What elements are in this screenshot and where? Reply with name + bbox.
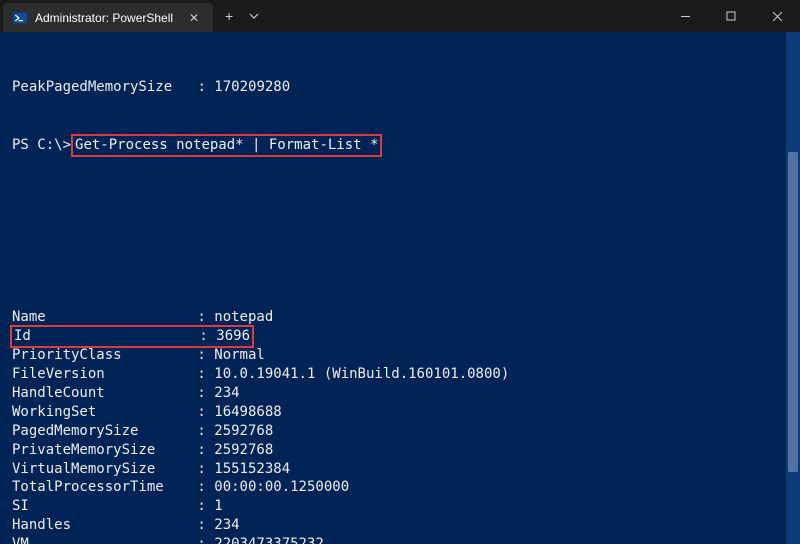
output-value: 00:00:00.1250000 (214, 478, 349, 497)
output-row: PagedMemorySize : 2592768 (12, 422, 788, 441)
colon: : (197, 535, 214, 544)
terminal[interactable]: PeakPagedMemorySize : 170209280 PS C:\>G… (0, 32, 800, 544)
output-row: PrivateMemorySize : 2592768 (12, 441, 788, 460)
blank-line (12, 195, 788, 214)
output-label: WorkingSet (12, 403, 197, 422)
output-value: 155152384 (214, 460, 290, 479)
tab-title: Administrator: PowerShell (35, 11, 177, 25)
id-highlight: Id : 3696 (10, 325, 254, 348)
output-value: 2592768 (214, 441, 273, 460)
output-value: 1 (214, 497, 222, 516)
output-value: Normal (214, 346, 265, 365)
tab-powershell[interactable]: Administrator: PowerShell ✕ (3, 3, 213, 32)
colon: : (197, 497, 214, 516)
output-row: PriorityClass : Normal (12, 346, 788, 365)
close-tab-icon[interactable]: ✕ (185, 11, 203, 25)
command-highlight: Get-Process notepad* | Format-List * (71, 134, 382, 157)
scroll-thumb[interactable] (788, 152, 798, 472)
titlebar: Administrator: PowerShell ✕ + (0, 0, 800, 32)
blank-line (12, 252, 788, 271)
output-row: FileVersion : 10.0.19041.1 (WinBuild.160… (12, 365, 788, 384)
output-row: WorkingSet : 16498688 (12, 403, 788, 422)
powershell-icon (13, 11, 27, 25)
colon: : (197, 460, 214, 479)
output-label: Handles (12, 516, 197, 535)
output-label: PrivateMemorySize (12, 441, 197, 460)
colon: : (197, 79, 214, 95)
output-value: 16498688 (214, 403, 281, 422)
output-row: TotalProcessorTime : 00:00:00.1250000 (12, 478, 788, 497)
output-value: 2592768 (214, 422, 273, 441)
output-label: TotalProcessorTime (12, 478, 197, 497)
colon: : (197, 516, 214, 535)
new-tab-button[interactable]: + (225, 8, 233, 24)
minimize-button[interactable] (662, 0, 708, 32)
output-block: Name : notepadId : 3696PriorityClass : N… (12, 308, 788, 544)
output-label: VirtualMemorySize (12, 460, 197, 479)
tab-actions: + (213, 0, 271, 32)
close-button[interactable] (754, 0, 800, 32)
prev-output-row: PeakPagedMemorySize : 170209280 (12, 78, 788, 97)
prompt-line: PS C:\>Get-Process notepad* | Format-Lis… (12, 134, 788, 157)
prev-value: 170209280 (214, 79, 290, 95)
window-controls (662, 0, 800, 32)
output-row: SI : 1 (12, 497, 788, 516)
output-value: 234 (214, 516, 239, 535)
output-label: PriorityClass (12, 346, 197, 365)
scrollbar[interactable] (786, 32, 800, 544)
output-label: FileVersion (12, 365, 197, 384)
titlebar-drag-region[interactable] (271, 0, 662, 32)
output-row: Id : 3696 (12, 327, 788, 346)
colon: : (197, 346, 214, 365)
tab-dropdown-icon[interactable] (249, 8, 259, 24)
output-label: SI (12, 497, 197, 516)
maximize-button[interactable] (708, 0, 754, 32)
colon: : (197, 478, 214, 497)
prompt: PS C:\> (12, 136, 71, 155)
output-value: 2203473375232 (214, 535, 324, 544)
colon: : (197, 365, 214, 384)
output-row: VirtualMemorySize : 155152384 (12, 460, 788, 479)
output-label: HandleCount (12, 384, 197, 403)
colon: : (197, 403, 214, 422)
output-row: HandleCount : 234 (12, 384, 788, 403)
prev-label: PeakPagedMemorySize (12, 79, 197, 95)
output-value: 234 (214, 384, 239, 403)
output-value: 10.0.19041.1 (WinBuild.160101.0800) (214, 365, 509, 384)
output-row: Handles : 234 (12, 516, 788, 535)
colon: : (197, 441, 214, 460)
output-label: PagedMemorySize (12, 422, 197, 441)
output-row: VM : 2203473375232 (12, 535, 788, 544)
colon: : (197, 384, 214, 403)
output-label: VM (12, 535, 197, 544)
colon: : (197, 422, 214, 441)
